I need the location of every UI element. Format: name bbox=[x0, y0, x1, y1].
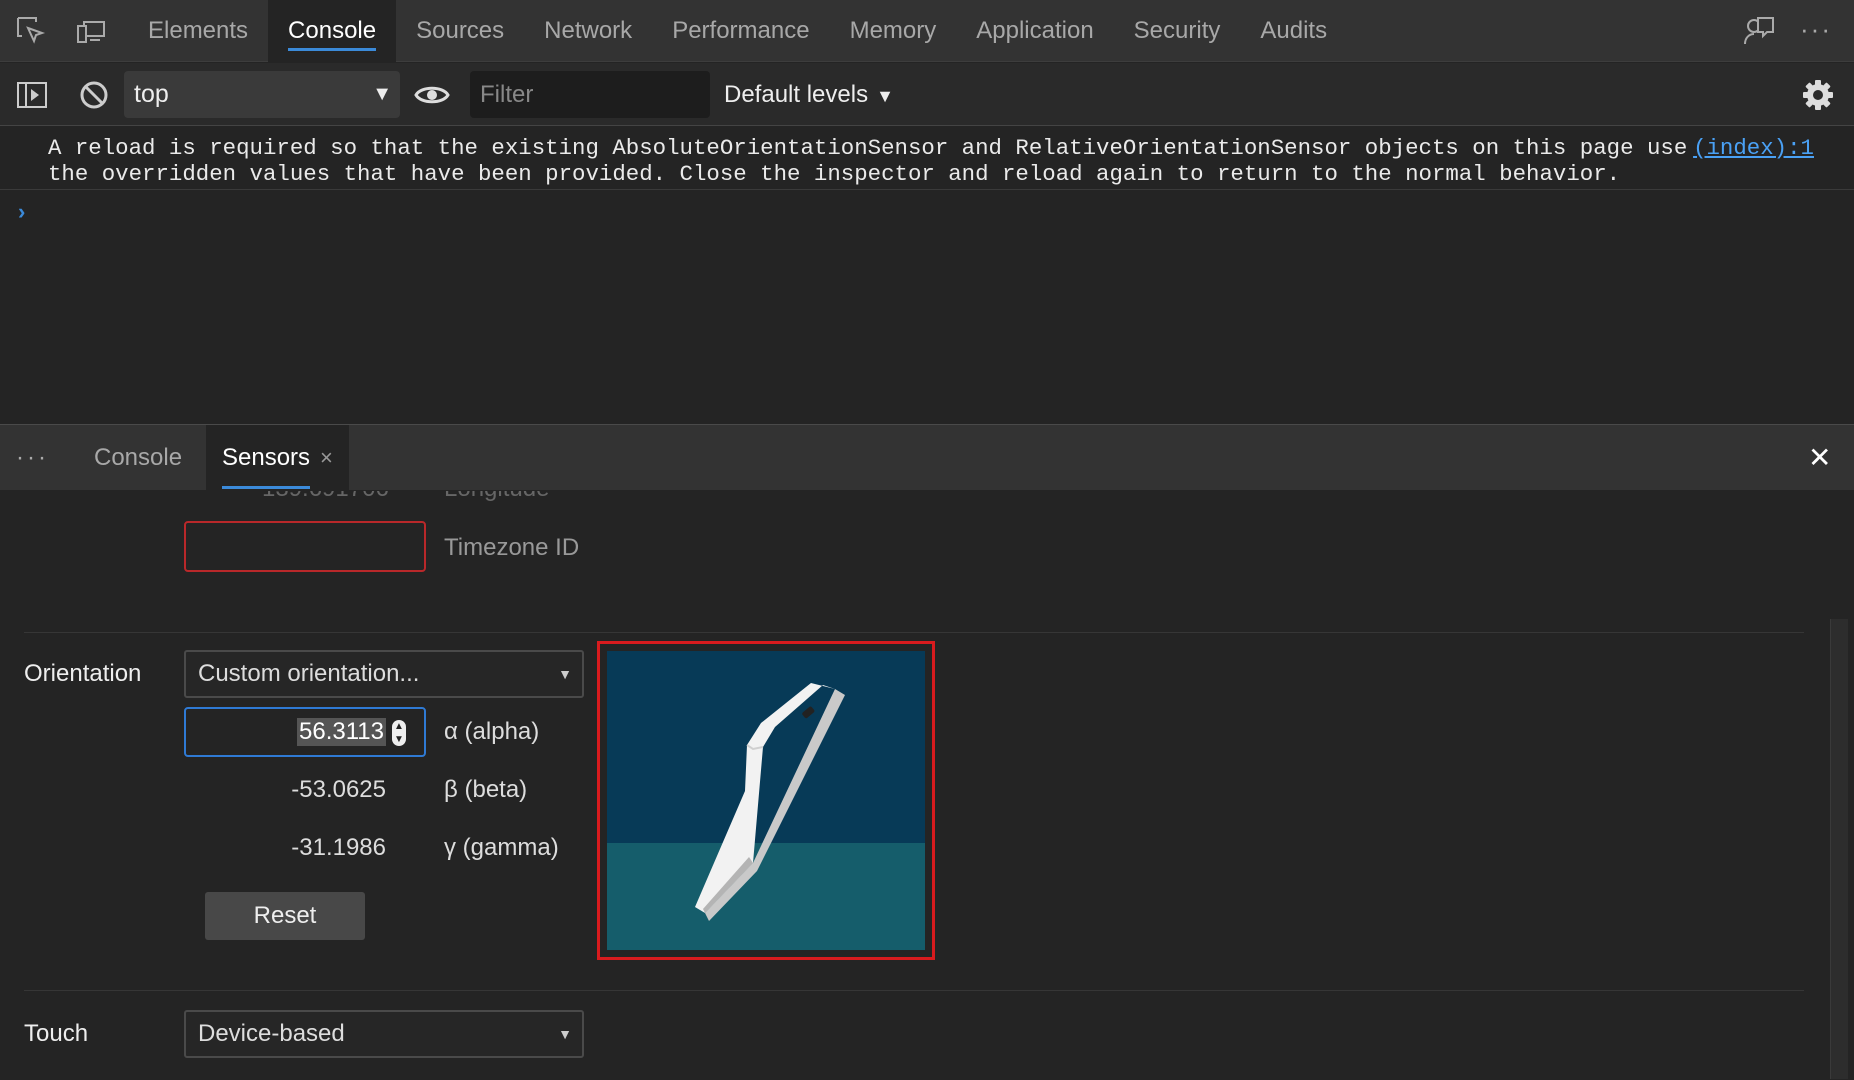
chevron-down-icon: ▼ bbox=[372, 83, 392, 105]
tab-application[interactable]: Application bbox=[956, 0, 1113, 62]
close-tab-icon[interactable]: × bbox=[320, 445, 333, 470]
touch-label: Touch bbox=[24, 1020, 89, 1047]
source-link[interactable]: (index):1 bbox=[1693, 135, 1814, 161]
filter-box bbox=[470, 71, 710, 118]
drawer-tab-bar: ··· Console Sensors × ✕ bbox=[0, 424, 1854, 491]
console-toolbar: top ▼ Default levels ▼ bbox=[0, 63, 1854, 126]
beta-label: β (beta) bbox=[444, 776, 528, 803]
console-messages: A reload is required so that the existin… bbox=[0, 127, 1854, 424]
log-levels-dropdown[interactable]: Default levels ▼ bbox=[724, 71, 894, 118]
longitude-value: 139.691706 bbox=[262, 491, 389, 503]
gamma-input[interactable]: -31.1986 bbox=[186, 834, 386, 862]
console-prompt-icon[interactable]: › bbox=[18, 199, 25, 225]
sensors-panel: 139.691706 Longitude Timezone ID Orienta… bbox=[0, 491, 1854, 1080]
message-line-2: the overridden values that have been pro… bbox=[48, 161, 1621, 187]
feedback-icon[interactable] bbox=[1742, 14, 1776, 48]
chevron-down-icon: ▼ bbox=[876, 86, 894, 106]
stepper-icon[interactable]: ▲ ▼ bbox=[392, 720, 406, 746]
close-icon[interactable]: ✕ bbox=[1808, 425, 1831, 491]
drawer-tab-sensors-label: Sensors bbox=[222, 444, 311, 471]
orientation-select-value: Custom orientation... bbox=[198, 660, 420, 687]
more-icon[interactable]: ··· bbox=[1800, 14, 1832, 45]
reset-button[interactable]: Reset bbox=[205, 892, 365, 940]
orientation-preview[interactable] bbox=[607, 651, 925, 950]
longitude-label: Longitude bbox=[444, 491, 549, 503]
orientation-select[interactable]: Custom orientation... ▼ bbox=[184, 650, 584, 698]
tab-elements[interactable]: Elements bbox=[128, 0, 268, 62]
tab-performance[interactable]: Performance bbox=[652, 0, 829, 62]
log-levels-label: Default levels bbox=[724, 81, 869, 108]
sidebar-toggle-icon[interactable] bbox=[16, 79, 48, 111]
settings-gear-icon[interactable] bbox=[1802, 79, 1834, 111]
beta-input[interactable]: -53.0625 bbox=[186, 776, 386, 804]
timezone-input[interactable] bbox=[184, 521, 426, 572]
tab-console[interactable]: Console bbox=[268, 0, 397, 62]
drawer-tab-sensors[interactable]: Sensors × bbox=[206, 425, 349, 491]
tab-memory[interactable]: Memory bbox=[830, 0, 957, 62]
context-select[interactable]: top ▼ bbox=[124, 71, 400, 118]
tab-sources[interactable]: Sources bbox=[396, 0, 524, 62]
section-divider bbox=[24, 632, 1804, 633]
main-tabs: Elements Console Sources Network Perform… bbox=[128, 0, 1347, 62]
orientation-preview-highlight bbox=[597, 641, 935, 960]
filter-input[interactable] bbox=[470, 71, 710, 118]
tab-network[interactable]: Network bbox=[524, 0, 652, 62]
scrollbar[interactable] bbox=[1830, 619, 1848, 1079]
clear-console-icon[interactable] bbox=[78, 79, 110, 111]
alpha-label: α (alpha) bbox=[444, 718, 540, 745]
chevron-down-icon: ▼ bbox=[558, 1026, 572, 1042]
message-divider bbox=[0, 189, 1854, 190]
touch-select-value: Device-based bbox=[198, 1020, 345, 1047]
gamma-label: γ (gamma) bbox=[444, 834, 559, 861]
touch-select[interactable]: Device-based ▼ bbox=[184, 1010, 584, 1058]
section-divider bbox=[24, 990, 1804, 991]
drawer-more-icon[interactable]: ··· bbox=[16, 425, 49, 491]
alpha-input[interactable]: 56.3113 ▲ ▼ bbox=[184, 707, 426, 757]
tab-security[interactable]: Security bbox=[1114, 0, 1241, 62]
inspect-element-icon[interactable] bbox=[14, 14, 48, 48]
timezone-label: Timezone ID bbox=[444, 534, 580, 561]
context-value: top bbox=[134, 80, 169, 108]
active-tab-indicator bbox=[222, 486, 310, 489]
orientation-label: Orientation bbox=[24, 660, 142, 687]
drawer-tab-console[interactable]: Console bbox=[94, 425, 182, 491]
eye-icon[interactable] bbox=[414, 79, 450, 111]
alpha-value: 56.3113 bbox=[297, 718, 386, 746]
device-model-icon bbox=[695, 683, 845, 921]
devtools-main-toolbar: Elements Console Sources Network Perform… bbox=[0, 0, 1854, 62]
device-toolbar-icon[interactable] bbox=[74, 14, 108, 48]
chevron-down-icon: ▼ bbox=[558, 666, 572, 682]
tab-audits[interactable]: Audits bbox=[1240, 0, 1347, 62]
console-message: A reload is required so that the existin… bbox=[48, 135, 1838, 187]
message-line-1: A reload is required so that the existin… bbox=[48, 135, 1688, 161]
